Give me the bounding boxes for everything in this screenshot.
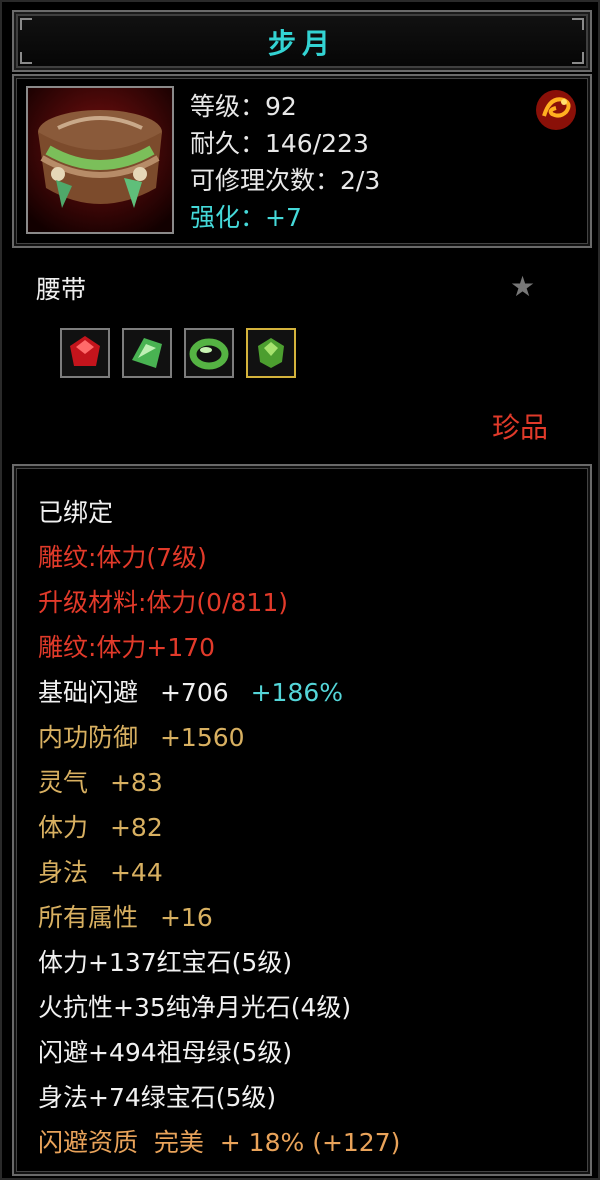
attribute-name: 灵气 (38, 768, 89, 797)
engraving-bonus-line: 雕纹:体力+170 (38, 633, 216, 662)
attribute-value: +706 (159, 678, 229, 707)
item-tooltip: 步月 等级：92 耐久：146/223 可修理次数：2/3 强化：+7 腰带 ★… (0, 0, 600, 1180)
item-stats: 等级：92 耐久：146/223 可修理次数：2/3 强化：+7 (190, 88, 380, 236)
attribute-name: 所有属性 (38, 903, 139, 932)
item-header-panel: 等级：92 耐久：146/223 可修理次数：2/3 强化：+7 (12, 74, 592, 248)
upgrade-material-line: 升级材料:体力(0/811) (38, 588, 288, 617)
attribute-row: 基础闪避 +706 +186% (38, 670, 400, 715)
gem-bonus-line: 闪避+494祖母绿(5级) (38, 1038, 293, 1067)
attribute-value: +16 (159, 903, 213, 932)
gem-bonus-line: 体力+137红宝石(5级) (38, 948, 293, 977)
dragon-emblem-icon (534, 88, 578, 132)
attribute-row: 灵气 +83 (38, 760, 400, 805)
attribute-value: +1560 (159, 723, 245, 752)
item-type: 腰带 (36, 275, 87, 304)
attribute-name: 身法 (38, 858, 89, 887)
attribute-name: 体力 (38, 813, 89, 842)
quality-line: 闪避资质 完美 + 18% (+127) (38, 1128, 401, 1157)
title-bar: 步月 (12, 10, 592, 72)
durability-text: 耐久：146/223 (190, 129, 369, 158)
emerald-shard-icon[interactable] (122, 328, 172, 378)
gem-bonus-line: 身法+74绿宝石(5级) (38, 1083, 277, 1112)
attribute-name: 基础闪避 (38, 678, 139, 707)
jade-ring-icon[interactable] (184, 328, 234, 378)
level-text: 等级：92 (190, 92, 297, 121)
green-gem-icon[interactable] (246, 328, 296, 378)
repair-count-text: 可修理次数：2/3 (190, 166, 381, 195)
attribute-list: 已绑定 雕纹:体力(7级) 升级材料:体力(0/811) 雕纹:体力+170 基… (38, 490, 400, 1165)
attribute-row: 体力 +82 (38, 805, 400, 850)
attribute-value: +83 (109, 768, 163, 797)
engraving-line: 雕纹:体力(7级) (38, 543, 207, 572)
bound-status: 已绑定 (38, 498, 114, 527)
attribute-value: +44 (109, 858, 163, 887)
attribute-name: 内功防御 (38, 723, 139, 752)
attribute-extra: +186% (250, 678, 344, 707)
belt-icon[interactable] (26, 86, 174, 234)
ruby-gem-icon[interactable] (60, 328, 110, 378)
attribute-row: 所有属性 +16 (38, 895, 400, 940)
star-icon[interactable]: ★ (510, 270, 535, 303)
item-name: 步月 (267, 27, 336, 60)
attribute-row: 身法 +44 (38, 850, 400, 895)
enhance-text: 强化：+7 (190, 203, 302, 232)
attribute-value: +82 (109, 813, 163, 842)
gem-bonus-line: 火抗性+35纯净月光石(4级) (38, 993, 352, 1022)
rarity-label: 珍品 (492, 411, 549, 444)
attribute-row: 内功防御 +1560 (38, 715, 400, 760)
